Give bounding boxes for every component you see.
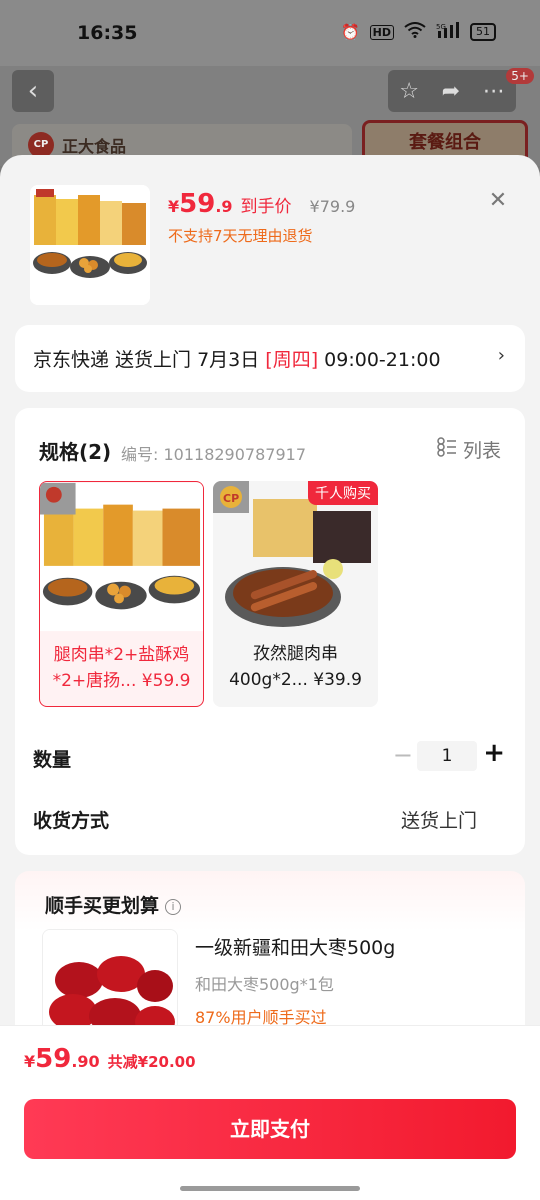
battery-icon: 51 <box>470 23 496 41</box>
close-icon[interactable]: ✕ <box>486 189 510 213</box>
price-tag: 到手价 <box>240 197 292 217</box>
svg-text:CP: CP <box>223 492 239 505</box>
footer-price: ¥59.90 共减¥20.00 <box>24 1044 196 1074</box>
list-label: 列表 <box>462 440 501 462</box>
back-icon: ‹ <box>12 70 54 112</box>
notification-badge: 5+ <box>506 68 534 84</box>
alarm-icon: ⏰ <box>340 23 360 41</box>
wifi-icon <box>404 22 426 42</box>
info-icon[interactable]: i <box>165 899 182 915</box>
discount-text: 共减¥20.00 <box>107 1053 196 1071</box>
spec-option-label: 孜然腿肉串 400g*2... ¥39.9 <box>229 644 362 690</box>
shipping-label: 收货方式 <box>33 810 110 832</box>
sheet-price: ¥59.9 <box>168 189 233 219</box>
quantity-label: 数量 <box>33 749 72 771</box>
spec-title: 规格(2) <box>39 440 112 464</box>
background-page: ‹ ☆ ➦ ⋯ 5+ CP 正大食品 套餐组合 <box>0 66 540 170</box>
hot-badge: 千人购买 <box>308 481 378 505</box>
delivery-row[interactable]: 京东快递 送货上门 7月3日 [周四] 09:00-21:00 › <box>15 325 525 392</box>
share-icon: ➦ <box>441 78 461 104</box>
bundle-title: 顺手买更划算 i <box>45 891 182 918</box>
more-icon: ⋯ <box>482 78 505 104</box>
quantity-minus-button[interactable]: − <box>393 741 413 769</box>
chevron-right-icon: › <box>497 345 505 366</box>
list-icon <box>437 437 457 462</box>
return-notice: 不支持7天无理由退货 <box>168 227 313 245</box>
spec-card: 规格(2) 编号: 10118290787917 列表 腿肉串*2+盐酥鸡 *2… <box>15 408 525 855</box>
pay-now-button[interactable]: 立即支付 <box>24 1099 516 1159</box>
bundle-name[interactable]: 一级新疆和田大枣500g <box>195 933 395 960</box>
spec-option-kebab[interactable]: CP 千人购买 孜然腿肉串 400g*2... ¥39.9 <box>213 481 378 707</box>
page-actions: ☆ ➦ ⋯ <box>388 70 516 112</box>
status-icons: ⏰ HD 5G 51 <box>341 22 496 42</box>
price-row: ¥59.9 到手价 ¥79.9 <box>168 189 355 219</box>
delivery-weekday: [周四] <box>265 349 319 371</box>
status-time: 16:35 <box>77 22 138 44</box>
shipping-value[interactable]: 送货上门 <box>401 806 477 833</box>
delivery-text: 京东快递 送货上门 7月3日 [周四] 09:00-21:00 <box>33 349 441 371</box>
quantity-plus-button[interactable]: + <box>483 738 505 768</box>
list-toggle[interactable]: 列表 <box>437 436 501 463</box>
footer-bar: ¥59.90 共减¥20.00 立即支付 <box>0 1025 540 1200</box>
original-price: ¥79.9 <box>309 197 356 216</box>
home-indicator[interactable] <box>180 1186 360 1191</box>
bundle-sub: 和田大枣500g*1包 <box>195 975 334 994</box>
brand-name: 正大食品 <box>62 137 127 156</box>
product-header: ¥59.9 到手价 ¥79.9 不支持7天无理由退货 ✕ <box>0 155 540 325</box>
spec-option-label: 腿肉串*2+盐酥鸡 *2+唐扬... ¥59.9 <box>52 645 191 691</box>
total-price: ¥59.90 <box>24 1044 100 1074</box>
star-icon: ☆ <box>399 78 420 104</box>
spec-code: 编号: 10118290787917 <box>121 445 306 464</box>
product-thumbnail[interactable] <box>30 185 150 305</box>
signal-icon: 5G <box>436 22 460 42</box>
status-bar: 16:35 ⏰ HD 5G 51 <box>0 0 540 66</box>
quantity-input[interactable]: 1 <box>417 741 477 771</box>
spec-option-image <box>40 482 203 632</box>
hd-icon: HD <box>369 24 394 40</box>
spec-option-combo[interactable]: 腿肉串*2+盐酥鸡 *2+唐扬... ¥59.9 <box>39 481 204 707</box>
